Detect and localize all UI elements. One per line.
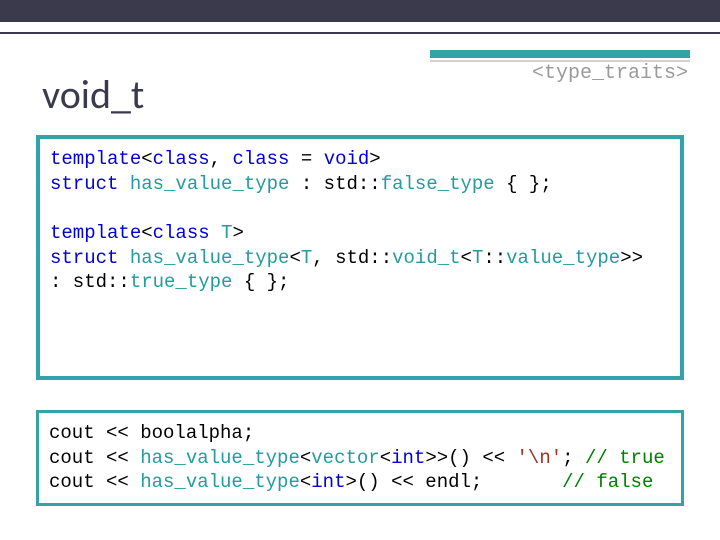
t: > (369, 148, 380, 170)
type-has-value-type: has_value_type (130, 247, 290, 269)
type-void-t: void_t (392, 247, 460, 269)
kw-class: class (153, 222, 210, 244)
t (118, 247, 129, 269)
comment-true: // true (585, 447, 665, 469)
t: < (300, 447, 311, 469)
t: < (141, 148, 152, 170)
header-underline (430, 50, 690, 58)
kw-struct: struct (50, 173, 118, 195)
kw-int: int (311, 471, 345, 493)
kw-void: void (324, 148, 370, 170)
type-vector: vector (311, 447, 379, 469)
kw-class: class (232, 148, 289, 170)
t: , std:: (312, 247, 392, 269)
kw-template: template (50, 148, 141, 170)
t: { }; (495, 173, 552, 195)
t: < (461, 247, 472, 269)
t: = (289, 148, 323, 170)
t: < (300, 471, 311, 493)
t: { }; (232, 271, 289, 293)
t: cout << (49, 447, 140, 469)
t (210, 222, 221, 244)
type-has-value-type: has_value_type (130, 173, 290, 195)
line: cout << boolalpha; (49, 422, 254, 444)
slide-title: void_t (42, 70, 144, 119)
type-true-type: true_type (130, 271, 233, 293)
code-block-usage: cout << boolalpha; cout << has_value_typ… (36, 410, 684, 506)
t: , (210, 148, 233, 170)
t: >>() << (425, 447, 516, 469)
t: >> (620, 247, 643, 269)
t: < (141, 222, 152, 244)
code-block-definition: template<class, class = void> struct has… (36, 135, 684, 380)
slide-top-bar (0, 0, 720, 22)
kw-template: template (50, 222, 141, 244)
slide-top-accent (0, 20, 720, 34)
t (118, 173, 129, 195)
t: ; (562, 447, 585, 469)
t: < (289, 247, 300, 269)
kw-struct: struct (50, 247, 118, 269)
type-T: T (301, 247, 312, 269)
char-literal: '\n' (517, 447, 563, 469)
type-has-value-type: has_value_type (140, 471, 300, 493)
t: cout << (49, 471, 140, 493)
comment-false: // false (562, 471, 653, 493)
t: >() << endl; (345, 471, 562, 493)
kw-int: int (391, 447, 425, 469)
t: : std:: (50, 271, 130, 293)
t: : std:: (289, 173, 380, 195)
type-T: T (472, 247, 483, 269)
kw-class: class (153, 148, 210, 170)
t: < (380, 447, 391, 469)
header-library-label: <type_traits> (532, 62, 688, 85)
t: > (232, 222, 243, 244)
type-T: T (221, 222, 232, 244)
type-false-type: false_type (381, 173, 495, 195)
t: :: (483, 247, 506, 269)
type-has-value-type: has_value_type (140, 447, 300, 469)
type-value-type: value_type (506, 247, 620, 269)
